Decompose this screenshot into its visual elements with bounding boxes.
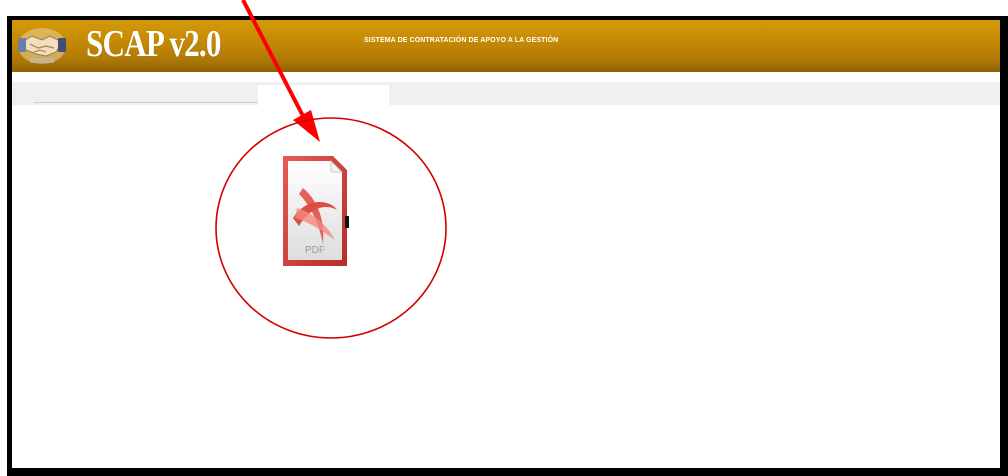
main-content bbox=[12, 106, 1000, 468]
app-header: SCAP v2.0 SISTEMA DE CONTRATACIÓN DE APO… bbox=[12, 20, 1000, 72]
handshake-icon bbox=[18, 28, 66, 64]
browser-viewport: SCAP v2.0 SISTEMA DE CONTRATACIÓN DE APO… bbox=[12, 20, 1000, 468]
app-subtitle: SISTEMA DE CONTRATACIÓN DE APOYO A LA GE… bbox=[364, 37, 559, 44]
tab-active[interactable] bbox=[258, 85, 389, 105]
app-title: SCAP v2.0 bbox=[86, 23, 221, 65]
tab-divider bbox=[34, 102, 258, 103]
pdf-file-label: PDF bbox=[305, 245, 325, 256]
pdf-file-icon[interactable]: PDF bbox=[277, 148, 351, 270]
